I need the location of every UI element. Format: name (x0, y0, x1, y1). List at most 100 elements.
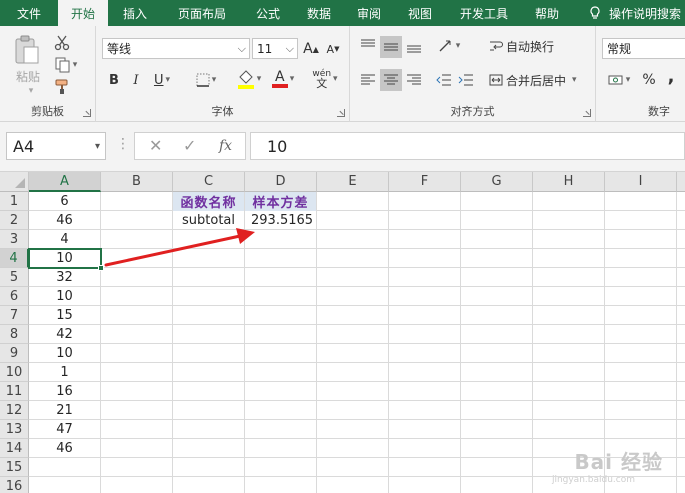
shrink-font-button[interactable]: A ▼ (324, 40, 342, 58)
paintbrush-icon (55, 79, 68, 94)
font-color-button[interactable]: A ▾ (268, 68, 298, 90)
formula-input[interactable]: 10 (250, 132, 685, 160)
annotation-arrow (104, 228, 255, 267)
chevron-down-icon: ▾ (455, 41, 461, 51)
align-center-button[interactable] (380, 69, 402, 91)
format-painter-button[interactable] (50, 78, 74, 96)
borders-button[interactable]: ▾ (190, 70, 222, 90)
paste-icon (15, 35, 39, 64)
ribbon: 粘贴 ▾ ▾ 剪贴板 等线 ⌵ 11 ⌵ A ▲ A ▼ B I U ▾ ▾ ▾… (0, 26, 685, 122)
decrease-indent-icon (436, 74, 451, 86)
enter-icon[interactable]: ✓ (183, 136, 196, 155)
number-group: 常规 ▾ % , 数字 (596, 26, 685, 122)
percent-button[interactable]: % (640, 70, 658, 90)
wrap-text-icon (488, 38, 504, 54)
align-left-icon (361, 74, 375, 85)
comma-button[interactable]: , (664, 66, 678, 87)
paint-bucket-icon (237, 70, 254, 89)
number-format-combo[interactable]: 常规 (602, 38, 685, 59)
tell-me-search[interactable]: 操作说明搜索 (589, 0, 685, 26)
tab-help[interactable]: 帮助 (522, 0, 572, 26)
insert-function-icon[interactable]: fx (219, 138, 232, 154)
annotation-arrow-shaft (104, 234, 242, 267)
alignment-launcher-icon[interactable] (583, 109, 591, 117)
copy-button[interactable]: ▾ (50, 56, 82, 74)
middle-align-button[interactable] (380, 36, 402, 58)
cancel-icon[interactable]: ✕ (149, 136, 162, 155)
align-left-button[interactable] (358, 70, 378, 90)
orientation-button[interactable]: ▾ (434, 36, 464, 56)
tab-insert[interactable]: 插入 (108, 0, 162, 26)
chevron-down-icon: ▾ (165, 75, 171, 85)
wrap-text-button[interactable]: 自动换行 (506, 38, 566, 54)
merge-center-icon (488, 72, 504, 88)
copy-dropdown-icon: ▾ (72, 60, 78, 70)
tab-formulas[interactable]: 公式 (242, 0, 294, 26)
worksheet-grid[interactable]: A B C D E F G H I 1 2 3 4 5 6 7 8 9 10 1… (0, 172, 685, 493)
tell-me-label: 操作说明搜索 (608, 6, 681, 21)
formula-bar: A4 ▾ ⋮ ✕ ✓ fx 10 (0, 122, 685, 172)
merge-center-button[interactable]: 合并后居中 ▾ (506, 72, 582, 88)
font-color-swatch (271, 84, 288, 88)
increase-indent-button[interactable] (456, 70, 476, 90)
top-align-button[interactable] (358, 36, 378, 56)
fill-color-button[interactable]: ▾ (234, 68, 264, 90)
paste-dropdown-icon[interactable]: ▾ (26, 86, 36, 96)
tab-data[interactable]: 数据 (294, 0, 344, 26)
formula-value: 10 (267, 136, 288, 156)
font-size-combo[interactable]: 11 ⌵ (252, 38, 298, 59)
chevron-down-icon: ▾ (625, 75, 631, 85)
ribbon-tab-bar: 文件 开始 插入 页面布局 公式 数据 审阅 视图 开发工具 帮助 操作说明搜索 (0, 0, 685, 26)
name-box-value: A4 (13, 136, 35, 156)
font-name-value: 等线 (107, 42, 132, 56)
tab-file[interactable]: 文件 (0, 0, 58, 26)
baidu-watermark: Bai 经验 (574, 450, 663, 474)
font-name-combo[interactable]: 等线 ⌵ (102, 38, 250, 59)
increase-indent-icon (458, 74, 473, 86)
wen-glyph: 文 (316, 77, 328, 90)
scissors-icon (54, 35, 70, 51)
currency-icon (608, 75, 623, 85)
align-center-icon (384, 74, 398, 85)
chevron-down-icon: ▾ (572, 75, 577, 85)
tab-view[interactable]: 视图 (394, 0, 446, 26)
font-launcher-icon[interactable] (337, 109, 345, 117)
grow-font-button[interactable]: A ▲ (302, 40, 320, 58)
clipboard-launcher-icon[interactable] (83, 109, 91, 117)
name-box[interactable]: A4 ▾ (6, 132, 106, 160)
italic-button[interactable]: I (126, 70, 146, 90)
decrease-indent-button[interactable] (434, 70, 454, 90)
lightbulb-icon (589, 6, 601, 20)
paste-button[interactable] (12, 34, 42, 66)
phonetic-guide-button[interactable]: wén 文 ▾ (308, 68, 342, 90)
number-format-value: 常规 (607, 42, 632, 56)
paste-label: 粘贴 (15, 69, 40, 84)
chevron-down-icon: ▾ (289, 74, 295, 84)
cut-button[interactable] (50, 34, 74, 52)
alignment-group-label: 对齐方式 (450, 105, 495, 118)
formula-buttons: ✕ ✓ fx (134, 132, 246, 160)
align-bottom-icon (407, 45, 421, 53)
chevron-down-icon: ▾ (94, 141, 100, 152)
accounting-format-button[interactable]: ▾ (604, 70, 634, 90)
tab-review[interactable]: 审阅 (344, 0, 394, 26)
underline-button[interactable]: U ▾ (148, 70, 176, 90)
clipboard-group-label: 剪贴板 (31, 105, 64, 118)
formula-bar-splitter[interactable]: ⋮ (116, 136, 130, 152)
bottom-align-button[interactable] (404, 36, 424, 56)
align-middle-icon (384, 43, 398, 51)
annotation-arrow-head (236, 228, 255, 244)
number-group-label: 数字 (648, 105, 670, 118)
tab-developer[interactable]: 开发工具 (446, 0, 522, 26)
font-group: 等线 ⌵ 11 ⌵ A ▲ A ▼ B I U ▾ ▾ ▾ A ▾ wén 文 … (96, 26, 350, 122)
align-top-icon (361, 39, 375, 47)
tab-home[interactable]: 开始 (58, 0, 108, 26)
alignment-group: ▾ 自动换行 合并后居中 ▾ 对齐方式 (350, 26, 596, 122)
borders-icon (196, 73, 210, 87)
chevron-down-icon: ⌵ (237, 42, 246, 55)
bold-button[interactable]: B (104, 70, 124, 90)
align-right-button[interactable] (404, 70, 424, 90)
chevron-down-icon: ▾ (211, 75, 217, 85)
tab-page-layout[interactable]: 页面布局 (162, 0, 242, 26)
align-right-icon (407, 74, 421, 85)
